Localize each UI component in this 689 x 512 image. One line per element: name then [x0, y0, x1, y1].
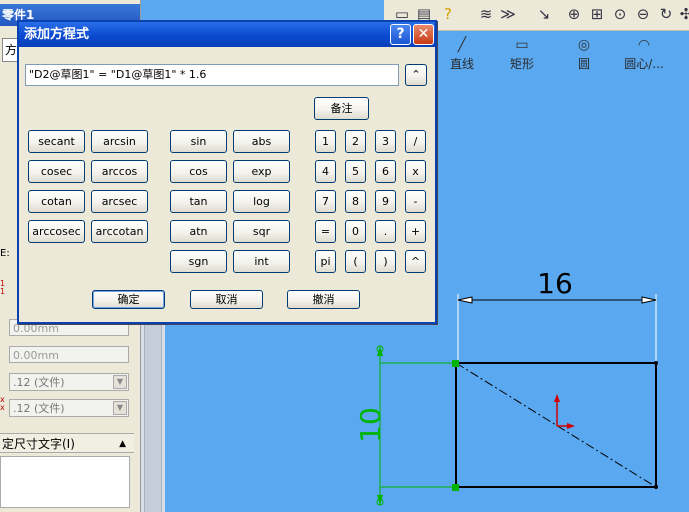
- collapse-button[interactable]: ⌃: [405, 64, 427, 86]
- func-arccosec-button[interactable]: arccosec: [28, 220, 85, 243]
- func-exp-button[interactable]: exp: [233, 160, 290, 183]
- close-button[interactable]: ✕: [413, 24, 434, 45]
- origin-y-arrow: [554, 394, 560, 402]
- help-button[interactable]: ?: [390, 24, 411, 45]
- key-close-paren-button[interactable]: ): [375, 250, 396, 273]
- h-arrow-right: [641, 296, 657, 304]
- key-2-button[interactable]: 2: [345, 130, 366, 153]
- note-button[interactable]: 备注: [314, 97, 369, 120]
- key-divide-button[interactable]: /: [405, 130, 426, 153]
- key-dot-button[interactable]: .: [375, 220, 396, 243]
- key-0-button[interactable]: 0: [345, 220, 366, 243]
- origin-x-arrow: [567, 423, 575, 429]
- equation-input[interactable]: "D2@草图1" = "D1@草图1" * 1.6: [25, 64, 399, 86]
- key-equals-button[interactable]: =: [315, 220, 336, 243]
- close-icon: ✕: [417, 26, 430, 42]
- func-arcsec-button[interactable]: arcsec: [91, 190, 148, 213]
- h-arrow-left: [457, 296, 473, 304]
- func-atn-button[interactable]: atn: [170, 220, 227, 243]
- func-secant-button[interactable]: secant: [28, 130, 85, 153]
- func-sin-button[interactable]: sin: [170, 130, 227, 153]
- dialog-titlebar[interactable]: 添加方程式 ? ✕: [19, 22, 435, 47]
- func-log-button[interactable]: log: [233, 190, 290, 213]
- key-pi-button[interactable]: pi: [315, 250, 336, 273]
- corner-point-bottom-left[interactable]: [452, 484, 459, 491]
- key-9-button[interactable]: 9: [375, 190, 396, 213]
- corner-point-top-right[interactable]: [654, 361, 658, 365]
- func-cos-button[interactable]: cos: [170, 160, 227, 183]
- construction-diagonal[interactable]: [455, 362, 657, 488]
- dialog-title: 添加方程式: [24, 27, 90, 42]
- key-plus-button[interactable]: +: [405, 220, 426, 243]
- key-6-button[interactable]: 6: [375, 160, 396, 183]
- add-equation-dialog: 添加方程式 ? ✕ "D2@草图1" = "D1@草图1" * 1.6 ⌃ 备注…: [17, 20, 437, 324]
- key-minus-button[interactable]: -: [405, 190, 426, 213]
- v-dimension-value[interactable]: 10: [354, 407, 387, 443]
- undo-button[interactable]: 撤消: [287, 290, 360, 309]
- key-5-button[interactable]: 5: [345, 160, 366, 183]
- func-abs-button[interactable]: abs: [233, 130, 290, 153]
- key-1-button[interactable]: 1: [315, 130, 336, 153]
- key-3-button[interactable]: 3: [375, 130, 396, 153]
- func-cotan-button[interactable]: cotan: [28, 190, 85, 213]
- double-chevron-up-icon: ⌃: [411, 68, 421, 81]
- func-sqr-button[interactable]: sqr: [233, 220, 290, 243]
- h-dimension-value[interactable]: 16: [537, 267, 573, 300]
- key-open-paren-button[interactable]: (: [345, 250, 366, 273]
- cancel-button[interactable]: 取消: [190, 290, 263, 309]
- func-cosec-button[interactable]: cosec: [28, 160, 85, 183]
- func-int-button[interactable]: int: [233, 250, 290, 273]
- question-icon: ?: [396, 26, 405, 42]
- func-arcsin-button[interactable]: arcsin: [91, 130, 148, 153]
- key-4-button[interactable]: 4: [315, 160, 336, 183]
- func-arccos-button[interactable]: arccos: [91, 160, 148, 183]
- key-8-button[interactable]: 8: [345, 190, 366, 213]
- func-sgn-button[interactable]: sgn: [170, 250, 227, 273]
- corner-point-bottom-right[interactable]: [654, 485, 658, 489]
- func-tan-button[interactable]: tan: [170, 190, 227, 213]
- key-7-button[interactable]: 7: [315, 190, 336, 213]
- corner-point-top-left[interactable]: [452, 360, 459, 367]
- ok-button[interactable]: 确定: [92, 290, 165, 309]
- key-multiply-button[interactable]: x: [405, 160, 426, 183]
- func-arccotan-button[interactable]: arccotan: [91, 220, 148, 243]
- key-power-button[interactable]: ^: [405, 250, 426, 273]
